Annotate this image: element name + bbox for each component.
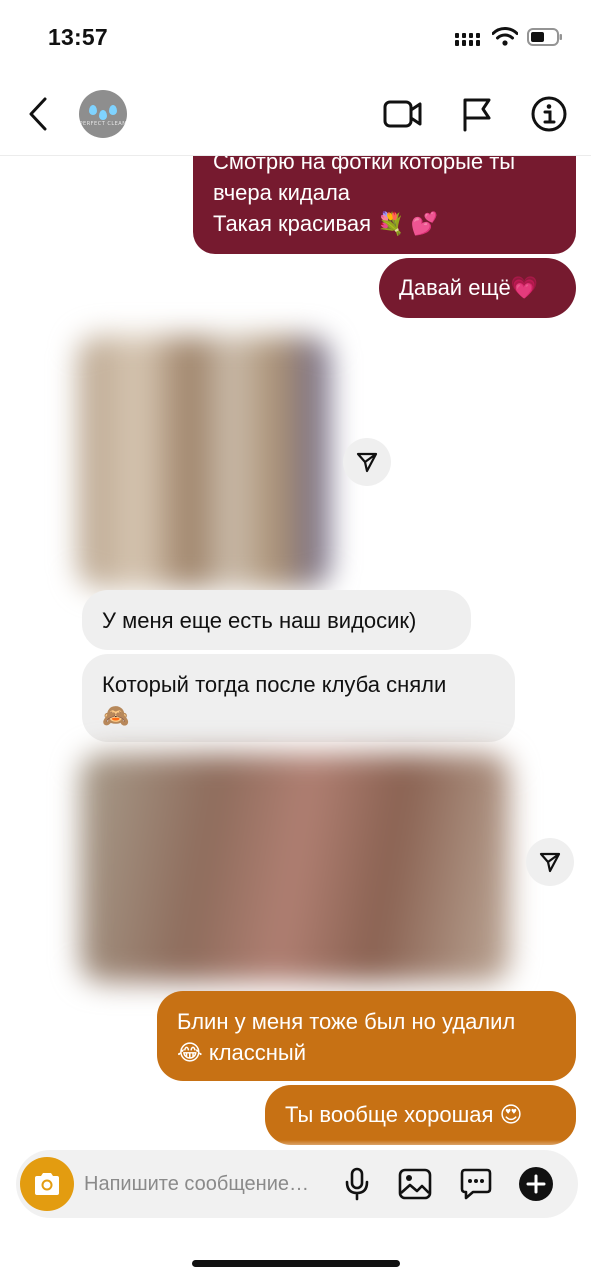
add-button[interactable] xyxy=(516,1164,556,1204)
share-button[interactable] xyxy=(526,838,574,886)
message-outgoing[interactable]: Блин у меня тоже был но удалил 😂 классны… xyxy=(157,991,576,1081)
shared-video[interactable] xyxy=(80,754,510,982)
microphone-button[interactable] xyxy=(337,1164,377,1204)
message-text: У меня еще есть наш видосик) xyxy=(102,608,417,633)
message-text: Давай ещё💗 xyxy=(399,275,539,300)
message-text: Ты вообще хорошая 😍 xyxy=(285,1102,523,1127)
avatar[interactable]: PERFECT CLEAN xyxy=(79,90,127,138)
cellular-signal-icon xyxy=(455,32,480,46)
info-button[interactable] xyxy=(529,94,569,134)
back-button[interactable] xyxy=(20,92,56,136)
info-icon xyxy=(531,96,567,132)
chat-header: PERFECT CLEAN xyxy=(0,72,591,156)
share-button[interactable] xyxy=(343,438,391,486)
message-composer xyxy=(16,1150,578,1218)
home-indicator[interactable] xyxy=(192,1260,400,1267)
gallery-button[interactable] xyxy=(395,1164,435,1204)
message-text: вчера кидала xyxy=(213,180,351,205)
status-bar: 13:57 xyxy=(0,0,591,72)
wifi-icon xyxy=(492,27,518,46)
share-icon xyxy=(539,852,561,873)
back-icon xyxy=(29,97,47,131)
message-incoming[interactable]: У меня еще есть наш видосик) xyxy=(82,590,471,650)
avatar-brand-text: PERFECT CLEAN xyxy=(79,121,127,127)
message-input[interactable] xyxy=(84,1164,334,1204)
sticker-icon xyxy=(460,1168,492,1200)
message-incoming[interactable]: Который тогда после клуба сняли 🙈 xyxy=(82,654,515,742)
report-button[interactable] xyxy=(457,94,497,134)
message-text: 😂 классный xyxy=(177,1040,307,1065)
message-text: Смотрю на фотки которые ты xyxy=(213,156,516,174)
camera-button[interactable] xyxy=(20,1157,74,1211)
avatar-logo xyxy=(89,105,117,120)
plus-icon xyxy=(519,1167,553,1201)
shared-image[interactable] xyxy=(78,336,330,588)
message-outgoing[interactable]: Давай ещё💗 xyxy=(379,258,576,318)
message-outgoing[interactable]: Смотрю на фотки которые ты вчера кидала … xyxy=(193,156,576,254)
message-text: Блин у меня тоже был но удалил xyxy=(177,1009,516,1034)
sticker-button[interactable] xyxy=(456,1164,496,1204)
microphone-icon xyxy=(345,1167,369,1201)
chat-thread[interactable]: Смотрю на фотки которые ты вчера кидала … xyxy=(0,156,591,1148)
share-icon xyxy=(356,452,378,473)
status-time: 13:57 xyxy=(48,24,108,50)
status-icons xyxy=(455,27,563,46)
message-text: 🙈 xyxy=(102,703,130,728)
gallery-icon xyxy=(398,1168,432,1200)
message-outgoing[interactable]: Ты вообще хорошая 😍 xyxy=(265,1085,576,1145)
message-text: Такая красивая 💐 💕 xyxy=(213,211,439,236)
flag-icon xyxy=(463,98,491,132)
video-call-button[interactable] xyxy=(383,94,423,134)
message-text: Который тогда после клуба сняли xyxy=(102,672,447,697)
video-call-icon xyxy=(383,100,422,128)
camera-icon xyxy=(35,1173,59,1195)
battery-icon xyxy=(527,27,562,46)
